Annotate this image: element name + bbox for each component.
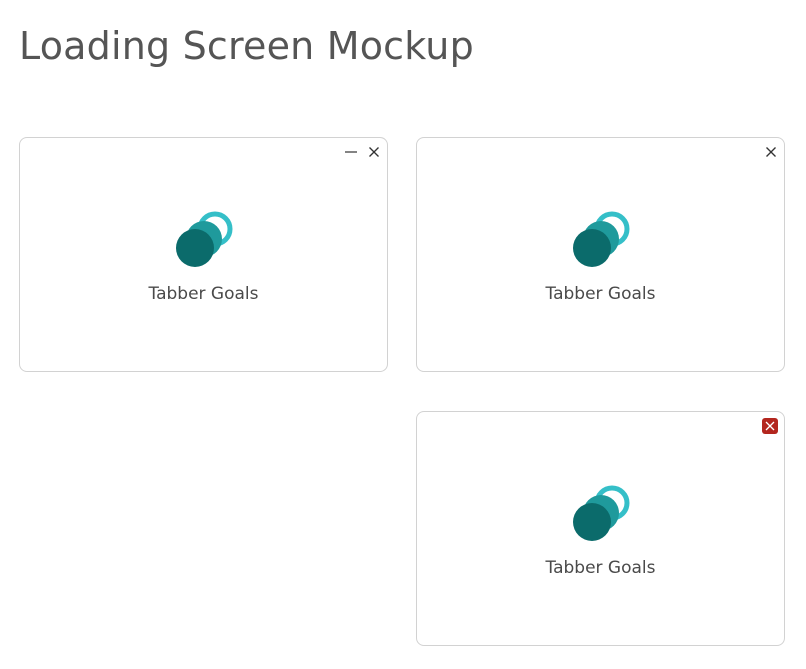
tabber-goals-logo-icon bbox=[573, 211, 630, 267]
close-button[interactable] bbox=[763, 144, 779, 160]
close-icon bbox=[369, 147, 379, 157]
tabber-goals-logo-icon bbox=[176, 211, 233, 267]
page: Loading Screen Mockup Tabber Goals Tabbe… bbox=[0, 0, 806, 669]
loading-window-3: Tabber Goals bbox=[416, 411, 785, 646]
minimize-icon bbox=[345, 151, 357, 153]
close-icon bbox=[766, 147, 776, 157]
tabber-goals-logo-icon bbox=[573, 485, 630, 541]
minimize-button[interactable] bbox=[343, 144, 359, 160]
app-name-label: Tabber Goals bbox=[545, 284, 656, 304]
close-button-hover[interactable] bbox=[762, 418, 778, 434]
close-icon bbox=[765, 421, 775, 431]
close-button[interactable] bbox=[366, 144, 382, 160]
loading-window-1: Tabber Goals bbox=[19, 137, 388, 372]
page-title: Loading Screen Mockup bbox=[19, 24, 474, 68]
loading-window-2: Tabber Goals bbox=[416, 137, 785, 372]
app-name-label: Tabber Goals bbox=[148, 284, 259, 304]
app-name-label: Tabber Goals bbox=[545, 558, 656, 578]
